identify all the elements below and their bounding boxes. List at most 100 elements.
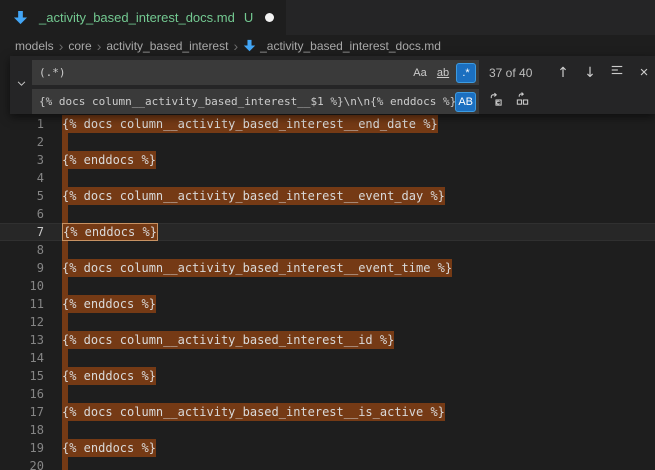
find-match-highlight: {% docs column__activity_based_interest_… — [62, 259, 452, 277]
editor-line[interactable]: 1 {% docs column__activity_based_interest… — [0, 115, 655, 133]
editor-line[interactable]: 12 — [0, 313, 655, 331]
find-match-highlight: {% enddocs %} — [62, 439, 156, 457]
tab-bar: _activity_based_interest_docs.md U — [0, 0, 655, 35]
find-in-selection-button[interactable] — [606, 62, 628, 84]
line-number: 9 — [0, 259, 44, 277]
editor-line[interactable]: 17 {% docs column__activity_based_interes… — [0, 403, 655, 421]
find-match-highlight: {% enddocs %} — [62, 151, 156, 169]
editor-line[interactable]: 11 {% enddocs %} — [0, 295, 655, 313]
find-match-highlight — [62, 349, 68, 367]
breadcrumb-item-models[interactable]: models — [15, 39, 54, 53]
editor-line[interactable]: 8 — [0, 241, 655, 259]
editor-line[interactable]: 2 — [0, 133, 655, 151]
line-number: 5 — [0, 187, 44, 205]
line-number: 2 — [0, 133, 44, 151]
editor[interactable]: 1 {% docs column__activity_based_interest… — [0, 56, 655, 470]
editor-line[interactable]: 9 {% docs column__activity_based_interest… — [0, 259, 655, 277]
breadcrumb-item-activity-based-interest[interactable]: activity_based_interest — [106, 39, 228, 53]
replace-input[interactable]: {% docs column__activity_based_interest_… — [32, 89, 479, 114]
line-number: 19 — [0, 439, 44, 457]
line-number: 1 — [0, 115, 44, 133]
replace-all-icon — [515, 92, 530, 112]
close-button[interactable]: × — [633, 62, 655, 84]
find-match-highlight — [62, 313, 68, 331]
preserve-case-button[interactable]: AB — [455, 92, 476, 112]
editor-line[interactable]: 16 — [0, 385, 655, 403]
breadcrumb: models › core › activity_based_interest … — [0, 35, 655, 56]
find-match-highlight — [62, 205, 68, 223]
line-number: 15 — [0, 367, 44, 385]
vscode-window: _activity_based_interest_docs.md U model… — [0, 0, 655, 470]
next-match-button[interactable]: ↓ — [579, 62, 601, 84]
replace-value: {% docs column__activity_based_interest_… — [39, 95, 455, 108]
find-match-highlight: {% docs column__activity_based_interest_… — [62, 187, 445, 205]
chevron-right-icon: › — [59, 40, 64, 52]
breadcrumb-item-file[interactable]: _activity_based_interest_docs.md — [260, 39, 441, 53]
editor-line[interactable]: 3 {% enddocs %} — [0, 151, 655, 169]
line-number: 6 — [0, 205, 44, 223]
editor-line[interactable]: 18 — [0, 421, 655, 439]
line-number: 16 — [0, 385, 44, 403]
replace-all-button[interactable] — [511, 91, 533, 113]
find-row: (.*) Aa ab .* 37 of 40 ↑ ↓ × — [32, 60, 655, 85]
find-match-highlight — [62, 169, 68, 187]
replace-row: {% docs column__activity_based_interest_… — [32, 89, 655, 114]
replace-button[interactable] — [484, 91, 506, 113]
find-match-highlight — [62, 421, 68, 439]
find-match-highlight: {% enddocs %} — [62, 295, 156, 313]
find-match-highlight: {% docs column__activity_based_interest_… — [62, 403, 445, 421]
editor-line[interactable]: 10 — [0, 277, 655, 295]
line-number: 4 — [0, 169, 44, 187]
whole-word-button[interactable]: ab — [433, 63, 453, 83]
previous-match-button[interactable]: ↑ — [552, 62, 574, 84]
editor-line[interactable]: 20 — [0, 457, 655, 470]
find-match-highlight: {% docs column__activity_based_interest_… — [62, 115, 438, 133]
selection-lines-icon — [610, 63, 624, 82]
line-number: 3 — [0, 151, 44, 169]
markdown-file-icon — [243, 39, 256, 52]
editor-line[interactable]: 6 — [0, 205, 655, 223]
find-match-highlight — [62, 241, 68, 259]
tab-title: _activity_based_interest_docs.md — [39, 10, 235, 25]
line-number: 18 — [0, 421, 44, 439]
find-match-highlight: {% enddocs %} — [62, 367, 156, 385]
tab-activity-docs[interactable]: _activity_based_interest_docs.md U — [0, 0, 286, 35]
editor-line[interactable]: 19 {% enddocs %} — [0, 439, 655, 457]
find-match-highlight — [62, 385, 68, 403]
find-match-highlight — [62, 457, 68, 470]
line-number: 7 — [0, 223, 44, 241]
line-number: 8 — [0, 241, 44, 259]
line-number: 10 — [0, 277, 44, 295]
find-replace-widget: (.*) Aa ab .* 37 of 40 ↑ ↓ × — [10, 56, 655, 114]
editor-line-current[interactable]: 7 {% enddocs %} — [0, 223, 655, 241]
replace-icon — [488, 92, 503, 112]
editor-line[interactable]: 15 {% enddocs %} — [0, 367, 655, 385]
breadcrumb-item-core[interactable]: core — [68, 39, 91, 53]
find-match-highlight — [62, 277, 68, 295]
line-number: 20 — [0, 457, 44, 470]
editor-lines: 1 {% docs column__activity_based_interest… — [0, 115, 655, 470]
chevron-right-icon: › — [233, 40, 238, 52]
line-number: 12 — [0, 313, 44, 331]
match-case-button[interactable]: Aa — [410, 63, 430, 83]
line-number: 11 — [0, 295, 44, 313]
line-number: 17 — [0, 403, 44, 421]
markdown-file-icon — [13, 10, 28, 25]
line-number: 14 — [0, 349, 44, 367]
git-status-badge: U — [244, 10, 253, 25]
match-count: 37 of 40 — [489, 66, 547, 80]
editor-line[interactable]: 5 {% docs column__activity_based_interest… — [0, 187, 655, 205]
find-value: (.*) — [39, 66, 410, 79]
toggle-replace-button[interactable] — [10, 56, 32, 114]
find-match-highlight: {% docs column__activity_based_interest_… — [62, 331, 394, 349]
chevron-down-icon — [16, 76, 27, 94]
editor-line[interactable]: 4 — [0, 169, 655, 187]
line-number: 13 — [0, 331, 44, 349]
chevron-right-icon: › — [97, 40, 102, 52]
modified-dot-icon[interactable] — [265, 13, 274, 22]
find-input[interactable]: (.*) Aa ab .* — [32, 60, 479, 85]
editor-line[interactable]: 14 — [0, 349, 655, 367]
current-find-match: {% enddocs %} — [62, 223, 158, 241]
editor-line[interactable]: 13 {% docs column__activity_based_interes… — [0, 331, 655, 349]
regex-button[interactable]: .* — [456, 63, 476, 83]
